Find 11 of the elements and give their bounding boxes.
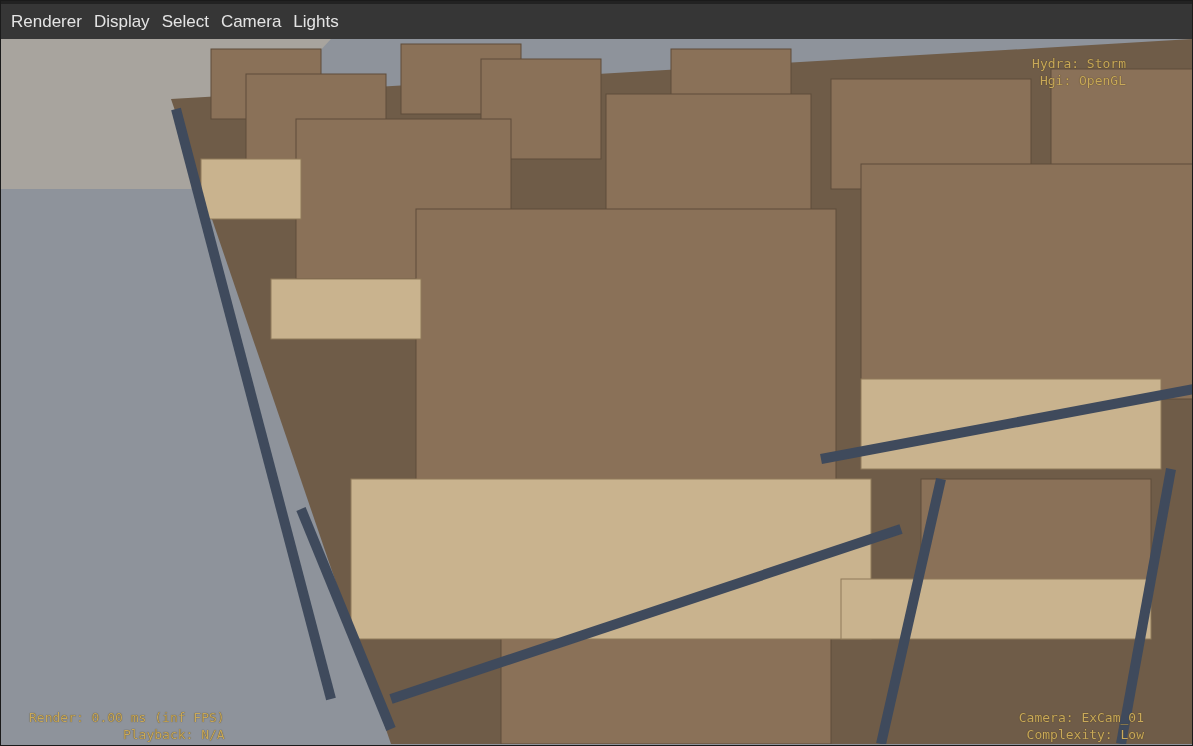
- hud-text: Playback: N/A: [122, 726, 225, 743]
- hud-text: Hydra: Storm: [1032, 55, 1126, 72]
- menu-item[interactable]: Select: [155, 6, 215, 37]
- menu-item[interactable]: Display: [87, 6, 156, 37]
- hud-text: Hgi: OpenGL: [1039, 72, 1126, 89]
- hud-text: Render: 0.00 ms (inf FPS): [29, 709, 225, 726]
- hud-text: Camera: ExCam_01: [1018, 709, 1144, 726]
- menu-item[interactable]: Renderer: [5, 6, 88, 37]
- hud-text: Complexity: Low: [1026, 726, 1144, 743]
- menu-item[interactable]: Camera: [214, 6, 288, 37]
- menu-item[interactable]: Lights: [287, 6, 345, 37]
